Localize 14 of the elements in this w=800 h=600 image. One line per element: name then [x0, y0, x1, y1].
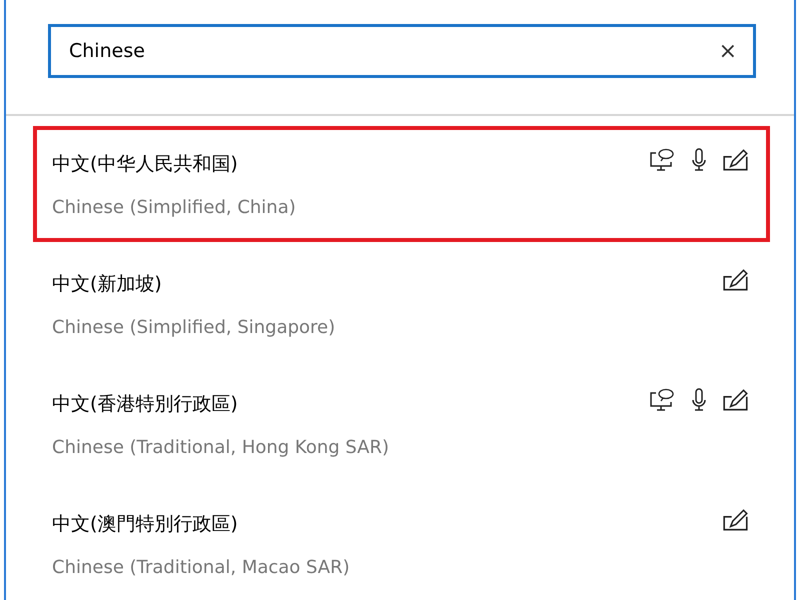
search-field[interactable]: Chinese × — [48, 24, 756, 78]
language-item[interactable]: 中文(香港特別行政區) Chinese (Traditional, Hong Kong SAR) — [33, 366, 770, 482]
language-description: Chinese (Simplified, China) — [52, 196, 297, 218]
language-name: 中文(澳門特別行政區) — [52, 512, 239, 536]
language-name: 中文(香港特別行政區) — [52, 392, 239, 416]
language-item[interactable]: 中文(中华人民共和国) Chinese (Simplified, China) — [33, 126, 770, 242]
language-item[interactable]: 中文(新加坡) Chinese (Simplified, Singapore) — [33, 246, 770, 362]
language-item[interactable]: 中文(澳門特別行政區) Chinese (Traditional, Macao SAR) — [33, 486, 770, 600]
language-description: Chinese (Simplified, Singapore) — [52, 316, 336, 338]
language-description: Chinese (Traditional, Macao SAR) — [52, 556, 351, 578]
language-name: 中文(中华人民共和国) — [52, 152, 239, 176]
clear-button[interactable]: × — [718, 38, 737, 64]
language-name: 中文(新加坡) — [52, 272, 163, 296]
language-description: Chinese (Traditional, Hong Kong SAR) — [52, 436, 390, 458]
